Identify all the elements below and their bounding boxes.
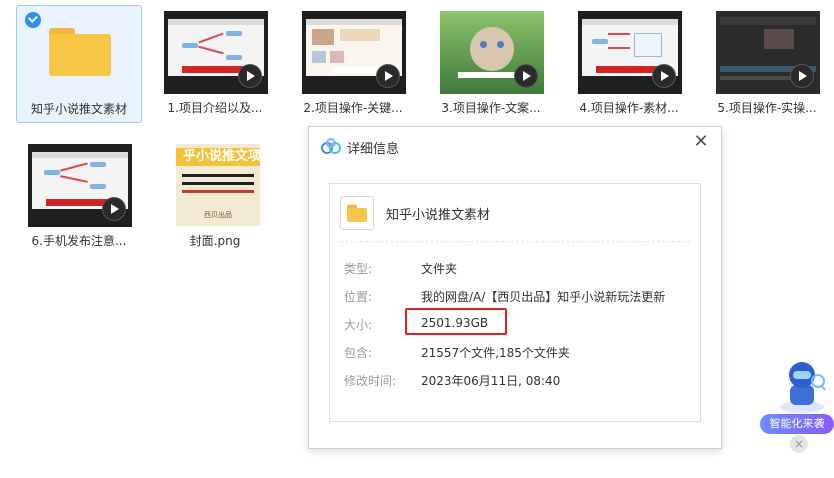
baidu-netdisk-logo-icon [321,138,341,154]
item-name: 知乎小说推文素材 [386,208,491,223]
file-tile-video[interactable]: 5.项目操作-实操... [704,5,830,123]
detail-label: 类型: [344,262,373,276]
video-thumbnail [28,144,132,227]
video-thumbnail [302,11,406,94]
folder-icon [49,28,111,76]
file-name: 5.项目操作-实操... [717,101,817,115]
details-dialog: 详细信息 ✕ 知乎小说推文素材 类型: 文件夹 位置: 我的网盘/A/【西贝出品… [308,126,722,449]
dialog-title: 详细信息 [347,142,400,157]
video-thumbnail [716,11,820,94]
play-icon [102,197,126,221]
file-name: 封面.png [189,234,241,248]
video-thumbnail [164,11,268,94]
play-icon [652,64,676,88]
robot-assistant-icon [780,362,826,413]
folder-icon [340,196,374,230]
cover-footer: 西贝出品 [204,211,232,219]
image-thumbnail: 乎小说推文项 西贝出品 [176,144,260,226]
detail-value: 21557个文件,185个文件夹 [421,346,570,360]
file-tile-video[interactable]: 3.项目操作-文案... [428,5,554,123]
play-icon [238,64,262,88]
detail-label: 大小: [344,318,373,332]
detail-label: 包含: [344,346,373,360]
detail-value: 文件夹 [421,262,458,276]
selected-check-icon[interactable] [25,12,41,28]
file-tile-image[interactable]: 乎小说推文项 西贝出品 封面.png [152,138,278,256]
file-name: 1.项目介绍以及... [167,101,263,115]
size-highlight-box [405,308,507,335]
detail-value: 我的网盘/A/【西贝出品】知乎小说新玩法更新 [421,290,666,304]
file-name: 4.项目操作-素材... [579,101,679,115]
file-tile-video[interactable]: 6.手机发布注意... [16,138,142,256]
close-icon[interactable]: ✕ [691,132,711,152]
divider [340,241,690,242]
video-thumbnail [440,11,544,94]
ai-assistant-widget[interactable]: 智能化来袭 × [760,355,834,455]
close-icon[interactable]: × [790,435,808,453]
play-icon [790,64,814,88]
assistant-label[interactable]: 智能化来袭 [760,414,834,434]
file-tile-video[interactable]: 1.项目介绍以及... [152,5,278,123]
detail-label: 位置: [344,290,373,304]
video-thumbnail [578,11,682,94]
file-name: 3.项目操作-文案... [441,101,541,115]
file-tile-folder[interactable]: 知乎小说推文素材 [16,5,142,123]
file-name: 2.项目操作-关键... [303,101,403,115]
play-icon [514,64,538,88]
detail-value: 2023年06月11日, 08:40 [421,374,561,388]
details-panel: 知乎小说推文素材 类型: 文件夹 位置: 我的网盘/A/【西贝出品】知乎小说新玩… [329,183,701,422]
file-tile-video[interactable]: 2.项目操作-关键... [290,5,416,123]
detail-label: 修改时间: [344,374,397,388]
play-icon [376,64,400,88]
cover-title: 乎小说推文项 [176,148,260,166]
file-tile-video[interactable]: 4.项目操作-素材... [566,5,692,123]
file-name: 6.手机发布注意... [31,234,127,248]
file-name: 知乎小说推文素材 [30,102,127,116]
